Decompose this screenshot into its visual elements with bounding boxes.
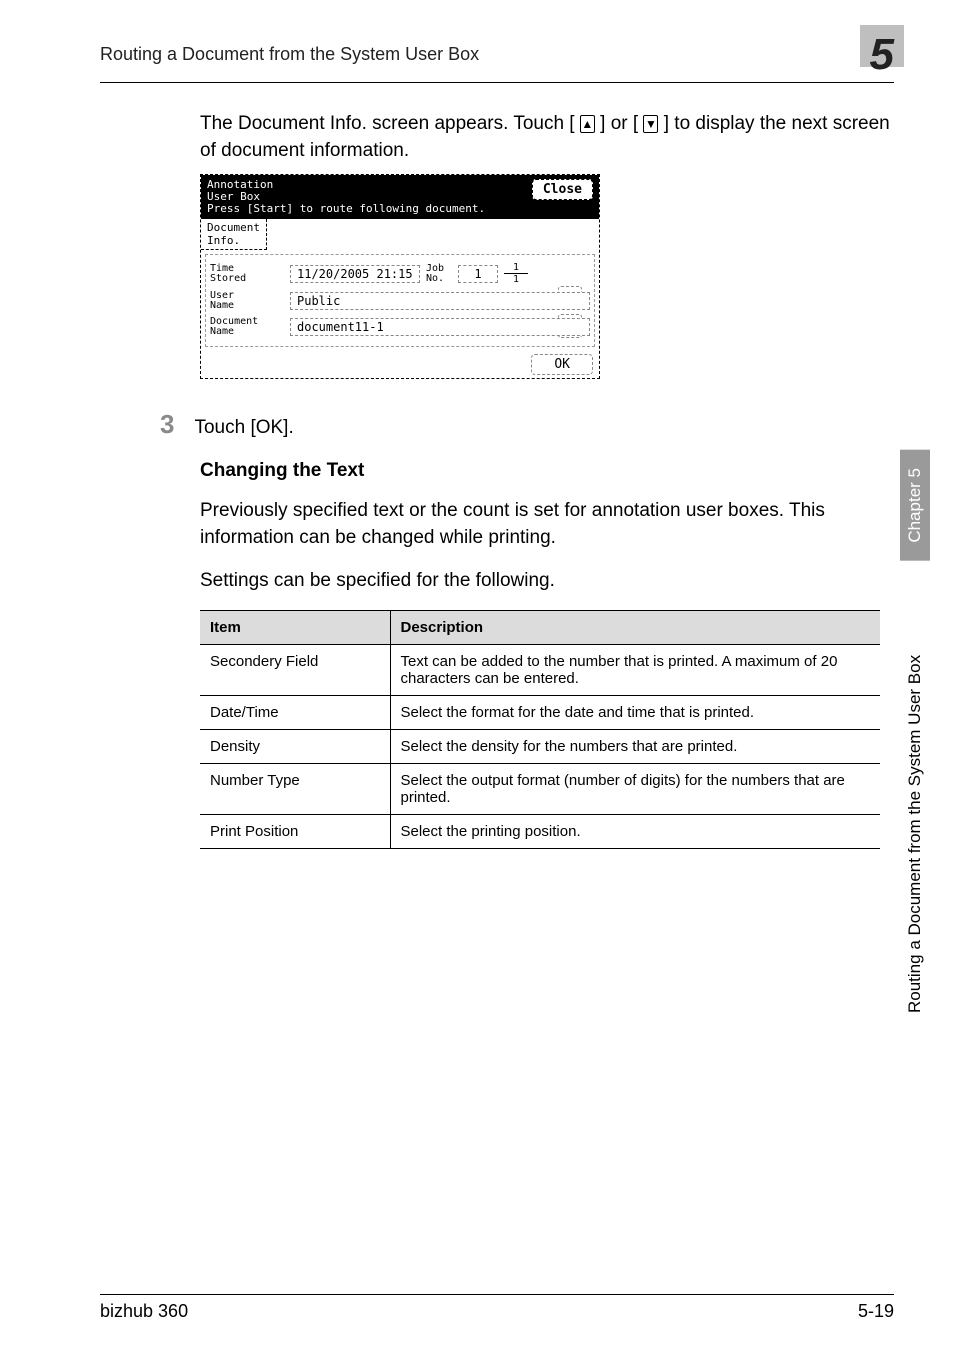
table-row: Density Select the density for the numbe… [200, 730, 880, 764]
step-text: Touch [OK]. [194, 417, 293, 439]
value-time-stored: 11/20/2005 21:15 [290, 265, 420, 283]
side-chapter-title: Routing a Document from the System User … [900, 577, 930, 1017]
section-para-2: Settings can be specified for the follow… [200, 568, 884, 595]
td-desc: Select the format for the date and time … [390, 696, 880, 730]
pager-current: 1 1 [504, 262, 528, 285]
step-3: 3 Touch [OK]. [160, 409, 894, 440]
td-item: Print Position [200, 815, 390, 849]
table-row: Print Position Select the printing posit… [200, 815, 880, 849]
panel-header: Annotation User Box Press [Start] to rou… [201, 175, 599, 219]
table-row: Secondery Field Text can be added to the… [200, 645, 880, 696]
settings-table: Item Description Secondery Field Text ca… [200, 610, 880, 849]
page-header: Routing a Document from the System User … [100, 30, 894, 83]
td-item: Density [200, 730, 390, 764]
arrow-down-icon: ▼ [643, 115, 658, 133]
th-description: Description [390, 611, 880, 645]
panel-body: Time Stored 11/20/2005 21:15 Job No. 1 1… [205, 254, 595, 347]
section-para-1: Previously specified text or the count i… [200, 498, 884, 551]
step-number: 3 [160, 409, 174, 440]
document-info-panel: Annotation User Box Press [Start] to rou… [200, 174, 600, 379]
panel-instruction: Press [Start] to route following documen… [207, 203, 485, 215]
arrow-up-icon: ▲ [580, 115, 595, 133]
intro-paragraph: The Document Info. screen appears. Touch… [200, 111, 894, 164]
footer-left: bizhub 360 [100, 1301, 188, 1322]
value-user-name: Public [290, 292, 590, 310]
chapter-number-text: 5 [870, 30, 894, 79]
td-desc: Text can be added to the number that is … [390, 645, 880, 696]
value-document-name: document11-1 [290, 318, 590, 336]
ok-button[interactable]: OK [531, 354, 593, 375]
close-button[interactable]: Close [532, 179, 593, 200]
table-row: Number Type Select the output format (nu… [200, 764, 880, 815]
side-chapter-label: Chapter 5 [900, 450, 930, 561]
td-item: Date/Time [200, 696, 390, 730]
footer-right: 5-19 [858, 1301, 894, 1322]
td-desc: Select the output format (number of digi… [390, 764, 880, 815]
td-desc: Select the printing position. [390, 815, 880, 849]
td-item: Secondery Field [200, 645, 390, 696]
td-item: Number Type [200, 764, 390, 815]
header-title: Routing a Document from the System User … [100, 30, 479, 65]
label-user-name: User Name [210, 291, 284, 311]
label-time-stored: Time Stored [210, 264, 284, 284]
table-row: Date/Time Select the format for the date… [200, 696, 880, 730]
chapter-number: 5 [870, 30, 894, 80]
section-heading: Changing the Text [200, 460, 894, 482]
label-document-name: Document Name [210, 317, 284, 337]
value-job-no: 1 [458, 265, 498, 283]
label-job-no: Job No. [426, 264, 452, 284]
td-desc: Select the density for the numbers that … [390, 730, 880, 764]
tab-document-info[interactable]: Document Info. [201, 219, 267, 250]
th-item: Item [200, 611, 390, 645]
page-footer: bizhub 360 5-19 [100, 1294, 894, 1322]
